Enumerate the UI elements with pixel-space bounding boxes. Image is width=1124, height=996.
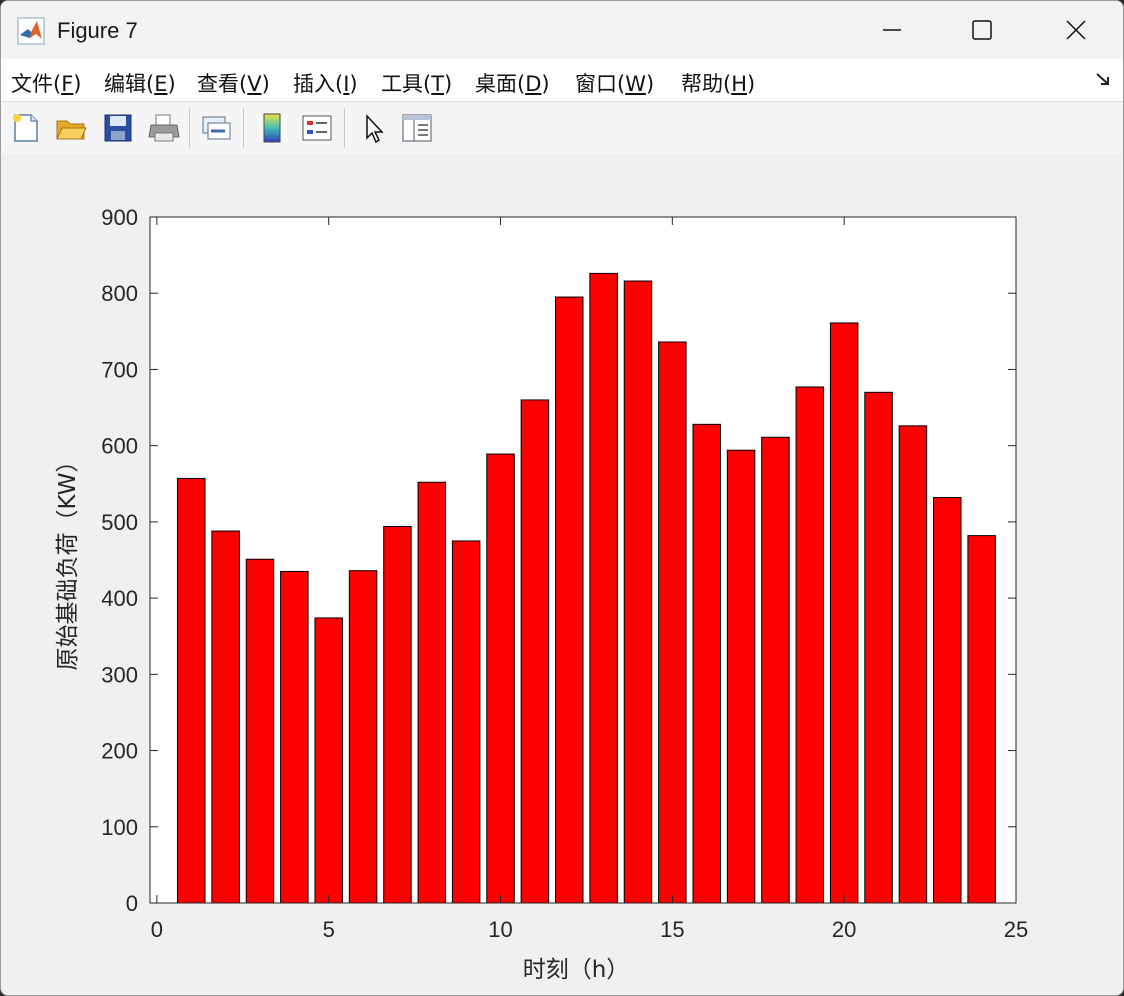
bar-10 xyxy=(486,453,515,904)
bar-1 xyxy=(176,477,206,904)
y-tick-label: 600 xyxy=(101,434,138,459)
minimize-icon xyxy=(883,29,901,31)
minimize-button[interactable] xyxy=(869,9,915,51)
y-tick-label: 700 xyxy=(101,357,138,382)
x-tick-label: 15 xyxy=(660,917,684,942)
y-axis-label: 原始基础负荷（KW） xyxy=(55,449,81,670)
bar-16 xyxy=(692,423,721,904)
bar-24 xyxy=(967,535,996,904)
bar-14 xyxy=(623,280,653,904)
close-icon xyxy=(1066,20,1086,40)
matlab-logo-icon xyxy=(17,17,45,45)
bar-13 xyxy=(589,272,618,904)
menu-view[interactable]: 查看(V) xyxy=(197,68,270,98)
y-tick-label: 0 xyxy=(126,891,138,916)
bar-12 xyxy=(555,296,584,904)
bar-7 xyxy=(383,525,412,904)
bar-5 xyxy=(314,617,343,904)
x-axis-label: 时刻（h） xyxy=(523,957,630,983)
bar-15 xyxy=(658,341,687,904)
bar-9 xyxy=(451,540,481,904)
y-tick-label: 200 xyxy=(101,739,138,764)
bar-19 xyxy=(795,386,825,904)
maximize-button[interactable] xyxy=(959,9,1005,51)
legend-icon[interactable] xyxy=(300,111,334,145)
figure-canvas: 0 5 10 15 20 25 0 100 200 300 400 500 600 700 800 900 时… xyxy=(1,154,1123,995)
x-tick-label: 20 xyxy=(832,917,856,942)
y-tick-label: 900 xyxy=(101,205,138,230)
menu-insert[interactable]: 插入(I) xyxy=(293,68,358,98)
bar-18 xyxy=(761,436,790,904)
bar-3 xyxy=(245,558,275,904)
x-tick-label: 0 xyxy=(151,917,163,942)
toolbar-separator xyxy=(344,108,345,148)
x-tick-label: 5 xyxy=(323,917,335,942)
bar-22 xyxy=(898,425,928,904)
maximize-icon xyxy=(972,20,992,40)
property-editor-icon[interactable] xyxy=(400,111,434,145)
print-icon[interactable] xyxy=(147,111,181,145)
colorbar-icon[interactable] xyxy=(255,111,289,145)
bar-21 xyxy=(864,391,893,904)
bar-6 xyxy=(348,570,378,904)
bar-17 xyxy=(726,449,756,904)
x-tick-label: 25 xyxy=(1004,917,1028,942)
y-tick-label: 400 xyxy=(101,586,138,611)
toolbar-separator xyxy=(189,108,190,148)
title-bar[interactable]: Figure 7 xyxy=(1,1,1123,59)
link-icon[interactable] xyxy=(199,111,233,145)
x-tick-label: 10 xyxy=(488,917,512,942)
menu-desktop[interactable]: 桌面(D) xyxy=(475,68,550,98)
open-file-icon[interactable] xyxy=(54,111,88,145)
dock-arrow-icon[interactable] xyxy=(1095,71,1111,91)
window-title: Figure 7 xyxy=(57,18,138,43)
menu-edit[interactable]: 编辑(E) xyxy=(104,68,176,98)
bar-chart: 0 5 10 15 20 25 0 100 200 300 400 500 600 700 800 900 时… xyxy=(55,205,1028,983)
menu-file[interactable]: 文件(F) xyxy=(11,68,82,98)
y-tick-label: 500 xyxy=(101,510,138,535)
bar-20 xyxy=(829,322,859,904)
figure-window: Figure 7 文件(F) 编辑(E) 查看(V) 插入(I) 工具(T) 桌… xyxy=(0,0,1124,996)
toolbar-separator xyxy=(243,108,244,148)
pointer-icon[interactable] xyxy=(357,111,391,145)
menu-bar: 文件(F) 编辑(E) 查看(V) 插入(I) 工具(T) 桌面(D) 窗口(W… xyxy=(1,59,1123,101)
bar-23 xyxy=(933,496,962,904)
figure-toolbar xyxy=(1,101,1123,155)
bar-8 xyxy=(417,481,447,904)
new-figure-icon[interactable] xyxy=(9,111,43,145)
save-icon[interactable] xyxy=(101,111,135,145)
menu-tools[interactable]: 工具(T) xyxy=(381,68,452,98)
menu-window[interactable]: 窗口(W) xyxy=(575,68,654,98)
y-tick-label: 100 xyxy=(101,815,138,840)
bar-4 xyxy=(280,570,309,904)
bar-11 xyxy=(520,399,550,904)
menu-help[interactable]: 帮助(H) xyxy=(681,68,755,98)
close-button[interactable] xyxy=(1053,9,1099,51)
y-tick-label: 800 xyxy=(101,281,138,306)
y-tick-label: 300 xyxy=(101,662,138,687)
bar-2 xyxy=(211,530,240,904)
